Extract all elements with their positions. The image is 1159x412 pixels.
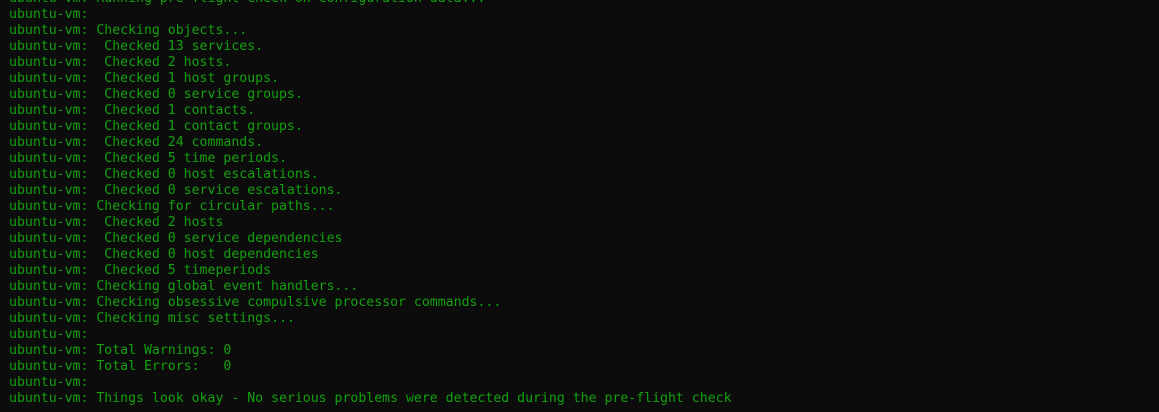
terminal-message: Checking misc settings... bbox=[88, 311, 295, 326]
terminal-line: ubuntu-vm: Checked 2 hosts. bbox=[9, 55, 1154, 71]
terminal-message: Checked 1 contact groups. bbox=[88, 119, 303, 134]
terminal-prompt: ubuntu-vm: bbox=[9, 71, 89, 86]
terminal-line: ubuntu-vm: Things look okay - No serious… bbox=[9, 391, 1154, 407]
terminal-line: ubuntu-vm: bbox=[9, 375, 1154, 391]
terminal-prompt: ubuntu-vm: bbox=[9, 391, 89, 406]
terminal-message: Checked 13 services. bbox=[88, 39, 264, 54]
terminal-prompt: ubuntu-vm: bbox=[9, 375, 89, 390]
terminal-message: Checked 5 time periods. bbox=[88, 151, 287, 166]
terminal-line: ubuntu-vm: Checking obsessive compulsive… bbox=[9, 295, 1154, 311]
terminal-message: Checking objects... bbox=[88, 23, 248, 38]
terminal-message: Total Errors: 0 bbox=[88, 359, 232, 374]
terminal-prompt: ubuntu-vm: bbox=[9, 295, 89, 310]
terminal-line: ubuntu-vm: Total Errors: 0 bbox=[9, 359, 1154, 375]
terminal-prompt: ubuntu-vm: bbox=[9, 231, 89, 246]
terminal-prompt: ubuntu-vm: bbox=[9, 151, 89, 166]
terminal-prompt: ubuntu-vm: bbox=[9, 199, 89, 214]
terminal-output[interactable]: ubuntu-vm: Running pre-flight check on c… bbox=[9, 0, 1154, 407]
terminal-line: ubuntu-vm: bbox=[9, 327, 1154, 343]
terminal-prompt: ubuntu-vm: bbox=[9, 183, 89, 198]
terminal-prompt: ubuntu-vm: bbox=[9, 359, 89, 374]
terminal-line: ubuntu-vm: Checked 0 host dependencies bbox=[9, 247, 1154, 263]
terminal-message: Checking for circular paths... bbox=[88, 199, 335, 214]
terminal-prompt: ubuntu-vm: bbox=[9, 0, 88, 6]
terminal-message: Running pre-flight check on configuratio… bbox=[88, 0, 485, 6]
terminal-prompt: ubuntu-vm: bbox=[9, 327, 89, 342]
terminal-message: Checked 0 host escalations. bbox=[88, 167, 319, 182]
terminal-prompt: ubuntu-vm: bbox=[9, 343, 89, 358]
terminal-message: Checked 2 hosts. bbox=[88, 55, 232, 70]
terminal-message: Checked 0 service escalations. bbox=[88, 183, 343, 198]
terminal-message: Checked 0 service groups. bbox=[88, 87, 303, 102]
terminal-message: Checking obsessive compulsive processor … bbox=[88, 295, 502, 310]
terminal-prompt: ubuntu-vm: bbox=[9, 215, 89, 230]
terminal-prompt: ubuntu-vm: bbox=[9, 263, 89, 278]
terminal-line: ubuntu-vm: Checked 2 hosts bbox=[9, 215, 1154, 231]
terminal-line: ubuntu-vm: Running pre-flight check on c… bbox=[9, 0, 1154, 7]
terminal-line: ubuntu-vm: Checked 1 contacts. bbox=[9, 103, 1154, 119]
terminal-prompt: ubuntu-vm: bbox=[9, 23, 89, 38]
terminal-prompt: ubuntu-vm: bbox=[9, 119, 89, 134]
terminal-line: ubuntu-vm: Checked 5 timeperiods bbox=[9, 263, 1154, 279]
terminal-message: Things look okay - No serious problems w… bbox=[88, 391, 732, 406]
terminal-line: ubuntu-vm: Checked 1 contact groups. bbox=[9, 119, 1154, 135]
terminal-prompt: ubuntu-vm: bbox=[9, 279, 89, 294]
terminal-line: ubuntu-vm: Checked 1 host groups. bbox=[9, 71, 1154, 87]
terminal-prompt: ubuntu-vm: bbox=[9, 135, 89, 150]
terminal-message: Checked 0 service dependencies bbox=[88, 231, 343, 246]
terminal-message: Total Warnings: 0 bbox=[88, 343, 232, 358]
terminal-message: Checked 5 timeperiods bbox=[88, 263, 272, 278]
terminal-prompt: ubuntu-vm: bbox=[9, 247, 89, 262]
terminal-message: Checked 1 host groups. bbox=[88, 71, 279, 86]
terminal-line: ubuntu-vm: Checking objects... bbox=[9, 23, 1154, 39]
terminal-line: ubuntu-vm: bbox=[9, 7, 1154, 23]
terminal-message: Checked 0 host dependencies bbox=[88, 247, 319, 262]
terminal-line: ubuntu-vm: Checking for circular paths..… bbox=[9, 199, 1154, 215]
terminal-prompt: ubuntu-vm: bbox=[9, 55, 89, 70]
terminal-prompt: ubuntu-vm: bbox=[9, 7, 89, 22]
terminal-line: ubuntu-vm: Checked 24 commands. bbox=[9, 135, 1154, 151]
terminal-prompt: ubuntu-vm: bbox=[9, 311, 89, 326]
terminal-line: ubuntu-vm: Checked 0 service escalations… bbox=[9, 183, 1154, 199]
terminal-line: ubuntu-vm: Checked 5 time periods. bbox=[9, 151, 1154, 167]
terminal-message: Checked 1 contacts. bbox=[88, 103, 256, 118]
terminal-line: ubuntu-vm: Checking misc settings... bbox=[9, 311, 1154, 327]
terminal-line: ubuntu-vm: Checked 0 service dependencie… bbox=[9, 231, 1154, 247]
terminal-prompt: ubuntu-vm: bbox=[9, 167, 89, 182]
terminal-prompt: ubuntu-vm: bbox=[9, 39, 89, 54]
terminal-prompt: ubuntu-vm: bbox=[9, 103, 89, 118]
terminal-message: Checked 24 commands. bbox=[88, 135, 264, 150]
terminal-line: ubuntu-vm: Checking global event handler… bbox=[9, 279, 1154, 295]
terminal-message: Checking global event handlers... bbox=[88, 279, 359, 294]
terminal-line: ubuntu-vm: Total Warnings: 0 bbox=[9, 343, 1154, 359]
terminal-line: ubuntu-vm: Checked 0 host escalations. bbox=[9, 167, 1154, 183]
terminal-message: Checked 2 hosts bbox=[88, 215, 224, 230]
terminal-prompt: ubuntu-vm: bbox=[9, 87, 89, 102]
terminal-line: ubuntu-vm: Checked 0 service groups. bbox=[9, 87, 1154, 103]
terminal-line: ubuntu-vm: Checked 13 services. bbox=[9, 39, 1154, 55]
